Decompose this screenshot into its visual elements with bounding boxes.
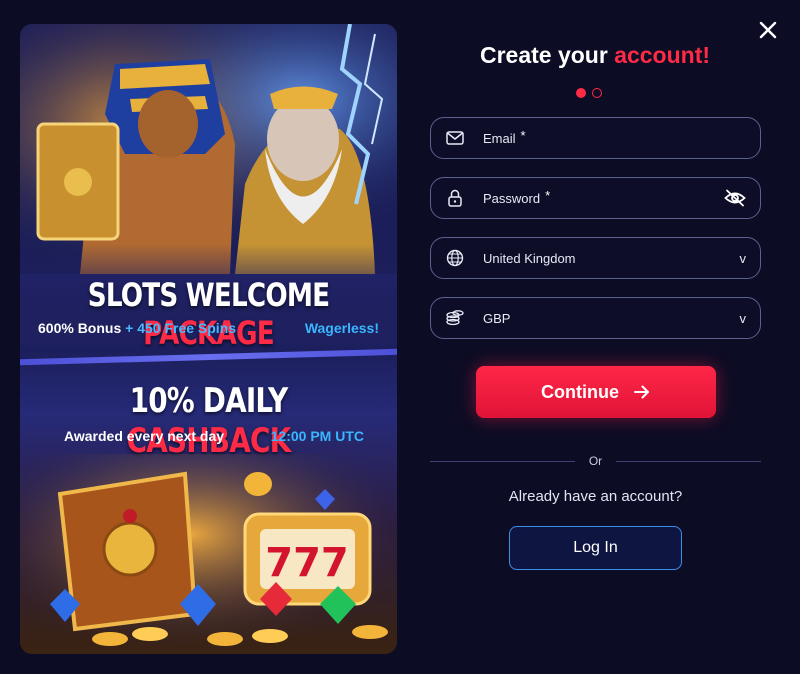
bonus-offer: 600% Bonus + 450 Free Spins: [38, 320, 236, 336]
separator-line-left: [430, 460, 575, 462]
cashback-title: 10% DAILY CASHBACK: [54, 381, 363, 461]
country-select[interactable]: United Kingdom v: [430, 237, 761, 279]
reel-sevens: 777: [265, 540, 349, 586]
cashback-time: 12:00 PM UTC: [270, 428, 364, 444]
cashback-title-main: 10% DAILY: [129, 381, 289, 421]
email-field[interactable]: Email *: [430, 117, 761, 159]
form-title-main: Create your: [479, 42, 608, 68]
wagerless-text: Wagerless!: [304, 320, 379, 336]
promo-banner: SLOTS WELCOME PACKAGE 600% Bonus + 450 F…: [20, 24, 397, 654]
login-button[interactable]: Log In: [509, 526, 682, 570]
bonus-text: 600% Bonus: [38, 320, 122, 336]
or-text: Or: [588, 454, 603, 468]
country-value: United Kingdom: [483, 250, 576, 266]
email-required-mark: *: [520, 127, 526, 143]
signup-modal: SLOTS WELCOME PACKAGE 600% Bonus + 450 F…: [0, 0, 800, 674]
awarded-text: Awarded every next day: [64, 428, 225, 444]
welcome-package-title: SLOTS WELCOME PACKAGE: [54, 276, 363, 352]
step-dot-active: [576, 88, 586, 98]
welcome-package-details: 600% Bonus + 450 Free Spins Wagerless!: [38, 320, 379, 336]
step-dot-inactive: [592, 88, 602, 98]
eye-off-icon: [724, 189, 746, 207]
continue-button[interactable]: Continue: [476, 366, 716, 418]
login-label: Log In: [573, 539, 618, 556]
close-button[interactable]: [754, 16, 782, 44]
separator-line-right: [616, 460, 761, 462]
coins-icon: [445, 308, 465, 328]
lock-icon: [445, 188, 465, 208]
currency-value: GBP: [483, 310, 511, 326]
password-field[interactable]: Password *: [430, 177, 761, 219]
step-indicator: [576, 88, 602, 98]
cashback-details: Awarded every next day 12:00 PM UTC: [64, 428, 364, 444]
globe-icon: [445, 248, 465, 268]
or-separator: Or: [430, 454, 761, 468]
have-account-text: Already have an account?: [508, 488, 683, 505]
envelope-icon: [445, 128, 465, 148]
treasure-illustration: 777: [20, 454, 397, 654]
form-title: Create your account!: [430, 42, 760, 69]
promo-hero-illustration: [20, 24, 397, 274]
welcome-title-main: SLOTS WELCOME: [87, 276, 330, 314]
password-required-mark: *: [545, 187, 551, 203]
chevron-down-icon: v: [739, 310, 747, 326]
email-label: Email: [483, 130, 516, 146]
toggle-password-visibility[interactable]: [724, 189, 746, 207]
currency-select[interactable]: GBP v: [430, 297, 761, 339]
free-spins-text: + 450 Free Spins: [125, 320, 237, 336]
chevron-down-icon: v: [739, 250, 747, 266]
close-icon: [759, 21, 777, 39]
form-title-accent: account!: [614, 42, 711, 68]
password-label: Password: [483, 190, 541, 206]
arrow-right-icon: [634, 385, 649, 399]
continue-label: Continue: [541, 381, 619, 402]
